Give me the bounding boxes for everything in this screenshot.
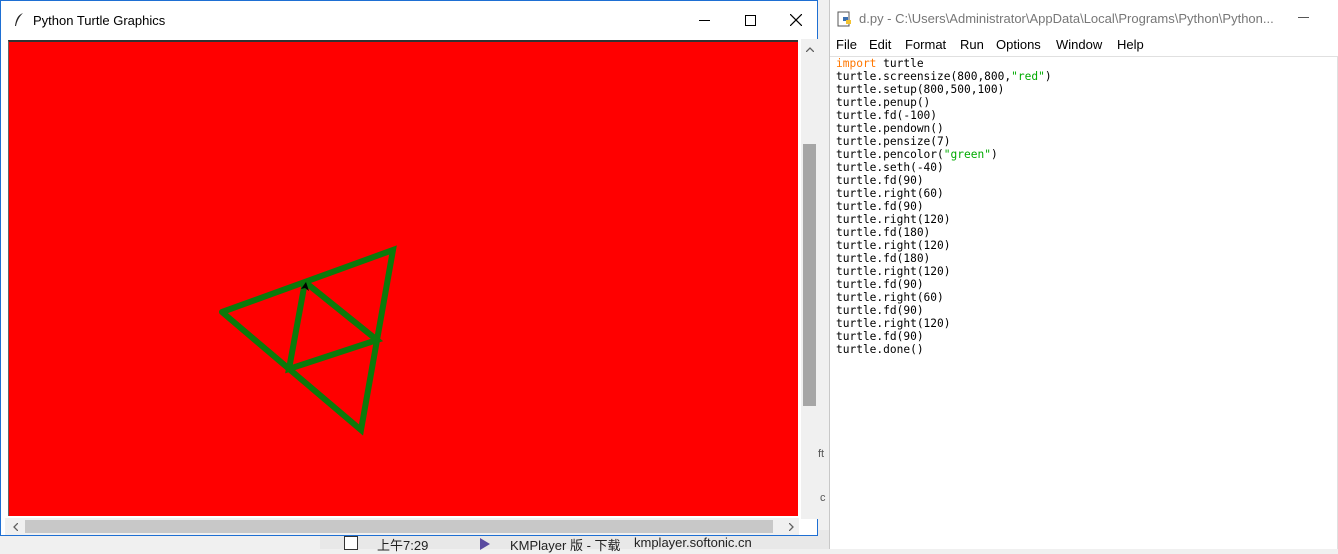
code-line: turtle.right(120): [836, 317, 951, 330]
turtle-graphics-window: Python Turtle Graphics: [0, 0, 818, 536]
menu-edit[interactable]: Edit: [869, 37, 891, 52]
code-line: turtle.right(60): [836, 291, 944, 304]
code-line: turtle.fd(90): [836, 304, 924, 317]
close-button[interactable]: [773, 1, 819, 39]
code-line: turtle.seth(-40): [836, 161, 944, 174]
horizontal-scroll-thumb[interactable]: [25, 520, 773, 533]
code-line: turtle.penup(): [836, 96, 931, 109]
code-line: turtle.pensize(7): [836, 135, 951, 148]
code-line: turtle.fd(90): [836, 330, 924, 343]
maximize-button[interactable]: [727, 1, 773, 39]
turtle-window-title: Python Turtle Graphics: [33, 13, 166, 28]
background-checkbox[interactable]: [344, 536, 358, 550]
turtle-drawing: [219, 245, 397, 436]
scroll-up-arrow-icon[interactable]: [802, 41, 818, 57]
idle-menubar: File Edit Format Run Options Window Help: [830, 36, 1338, 57]
code-line: turtle.fd(-100): [836, 109, 938, 122]
minimize-icon: [698, 19, 710, 21]
scroll-left-arrow-icon[interactable]: [7, 519, 23, 535]
code-line: turtle.right(120): [836, 265, 951, 278]
code-line: turtle.right(60): [836, 187, 944, 200]
idle-titlebar[interactable]: d.py - C:\Users\Administrator\AppData\Lo…: [830, 0, 1338, 36]
code-line: import turtle: [836, 57, 924, 70]
background-kmplayer-text: KMPlayer 版 - 下载: [510, 538, 621, 553]
turtle-canvas[interactable]: [8, 40, 798, 516]
minimize-button[interactable]: [681, 1, 727, 39]
turtle-titlebar[interactable]: Python Turtle Graphics: [1, 1, 817, 39]
kmplayer-icon: [480, 538, 490, 550]
idle-editor-window: d.py - C:\Users\Administrator\AppData\Lo…: [829, 0, 1338, 549]
code-line: turtle.pendown(): [836, 122, 944, 135]
code-line: turtle.right(120): [836, 239, 951, 252]
code-line: turtle.setup(800,500,100): [836, 83, 1005, 96]
menu-window[interactable]: Window: [1056, 37, 1102, 52]
edge-text-2: c: [820, 492, 826, 504]
code-line: turtle.fd(180): [836, 252, 931, 265]
background-site-link[interactable]: kmplayer.softonic.cn: [634, 535, 752, 550]
inner-triangle: [285, 279, 384, 374]
menu-help[interactable]: Help: [1117, 37, 1144, 52]
code-editor[interactable]: import turtle turtle.screensize(800,800,"…: [836, 57, 1052, 356]
feather-icon: [15, 13, 23, 26]
outer-triangle: [219, 245, 397, 436]
vertical-scrollbar[interactable]: [801, 39, 818, 519]
vertical-scroll-thumb[interactable]: [803, 144, 816, 406]
code-line: turtle.pencolor("green"): [836, 148, 998, 161]
code-line: turtle.fd(180): [836, 226, 931, 239]
horizontal-scrollbar[interactable]: [5, 518, 799, 535]
menu-format[interactable]: Format: [905, 37, 946, 52]
code-line: turtle.fd(90): [836, 200, 924, 213]
idle-window-title: d.py - C:\Users\Administrator\AppData\Lo…: [859, 11, 1274, 26]
code-line: turtle.right(120): [836, 213, 951, 226]
code-line: turtle.screensize(800,800,"red"): [836, 70, 1052, 83]
close-icon: [790, 14, 802, 26]
menu-options[interactable]: Options: [996, 37, 1041, 52]
code-line: turtle.fd(90): [836, 278, 924, 291]
code-line: turtle.done(): [836, 343, 924, 356]
maximize-icon: [744, 14, 756, 26]
python-file-icon: [837, 11, 851, 27]
background-time: 上午7:29: [377, 538, 429, 553]
scroll-right-arrow-icon[interactable]: [783, 519, 799, 535]
menu-file[interactable]: File: [836, 37, 857, 52]
code-line: turtle.fd(90): [836, 174, 924, 187]
idle-minimize-icon[interactable]: [1298, 17, 1309, 18]
edge-text-1: ft: [818, 448, 825, 460]
menu-run[interactable]: Run: [960, 37, 984, 52]
